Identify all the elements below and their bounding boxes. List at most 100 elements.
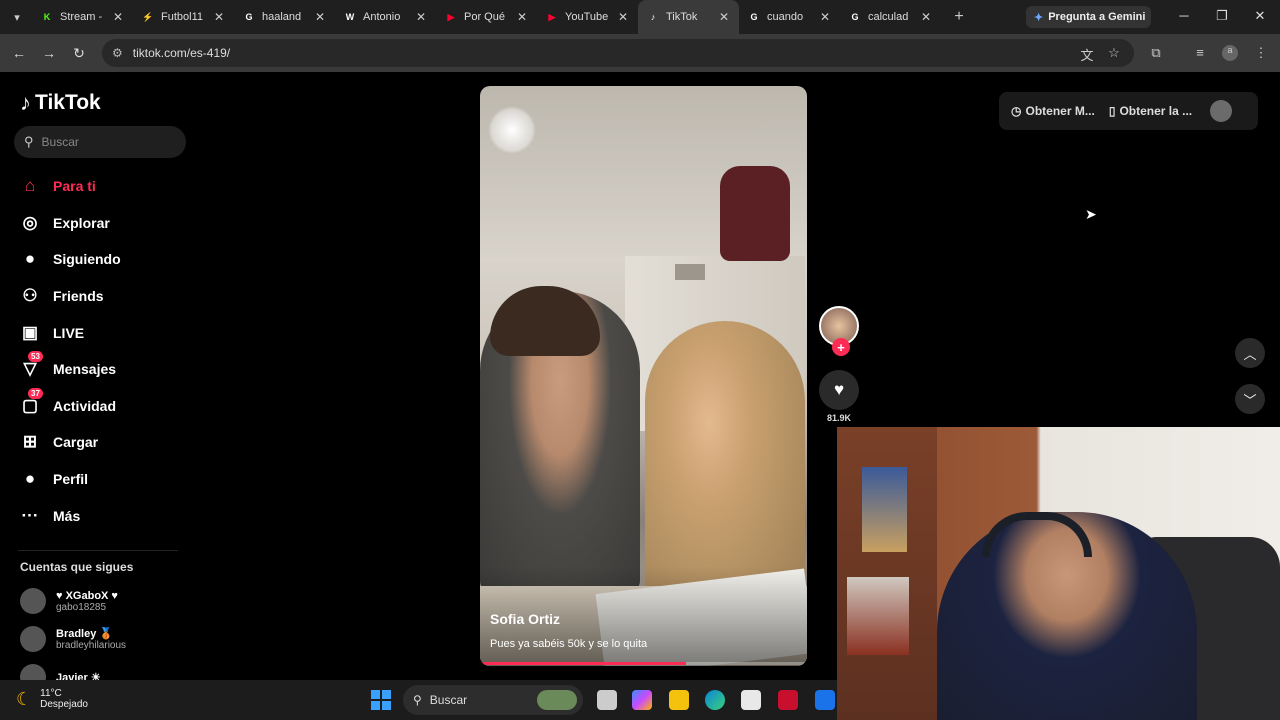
taskbar-search[interactable]: ⚲ Buscar [403, 685, 583, 715]
browser-tab[interactable]: Gcuando ✕ [739, 0, 840, 34]
sidebar-item-friends[interactable]: ⚇ Friends [18, 278, 188, 315]
tab-close-icon[interactable]: ✕ [919, 10, 933, 24]
browser-menu-icon[interactable]: ⋮ [1252, 45, 1270, 61]
followed-account[interactable]: Bradley 🥉 bradleyhilarious [20, 626, 126, 652]
reload-button[interactable]: ↻ [64, 45, 94, 62]
tab-favicon-icon: ⚡ [142, 11, 154, 22]
close-window-button[interactable]: ✕ [1250, 8, 1270, 24]
follow-plus-icon[interactable]: + [832, 338, 850, 356]
sidebar-item-label: Cargar [53, 434, 99, 451]
browser-tab[interactable]: ▶ YouTube ✕ [537, 0, 638, 34]
forward-button[interactable]: → [34, 45, 64, 61]
sidebar-item-more[interactable]: ··· Más [18, 497, 188, 534]
tab-label: YouTube [565, 11, 609, 23]
windows-start-icon[interactable] [371, 690, 391, 710]
sidebar-item-live[interactable]: ▣ LIVE [18, 314, 188, 351]
account-name: Bradley 🥉 [56, 628, 114, 640]
heart-icon: ♥ [833, 380, 845, 399]
video-progress-bar[interactable] [480, 662, 807, 665]
browser-tab[interactable]: Gcalculad ✕ [840, 0, 941, 34]
tab-label: haaland [262, 11, 302, 23]
video-player[interactable]: Sofia Ortiz Pues ya sabéis 50k y se lo q… [480, 86, 807, 666]
browser-tab[interactable]: ▶ Por Qué ✕ [436, 0, 537, 34]
ceiling-light [488, 106, 536, 154]
minimize-button[interactable]: ─ [1174, 8, 1194, 23]
tab-favicon-icon: ♪ [650, 12, 656, 22]
video-author[interactable]: Sofia Ortiz [490, 611, 560, 627]
get-mobile-label: Obtener la ... [1119, 104, 1193, 118]
weather-widget[interactable]: ☾ 11°C Despejado [16, 688, 88, 710]
back-button[interactable]: ← [4, 45, 34, 61]
new-tab-button[interactable]: + [945, 8, 973, 26]
bookmark-star-icon[interactable]: ☆ [1105, 45, 1123, 61]
sidebar-item-avatar[interactable]: ● Siguiendo [18, 241, 188, 278]
antivirus-icon[interactable] [778, 690, 798, 710]
tab-favicon-icon: ▶ [548, 11, 556, 22]
wall-chair [720, 166, 790, 261]
browser-tab[interactable]: ⚡ Futbol11 ✕ [133, 0, 234, 34]
logo-text: TikTok [35, 91, 101, 114]
tab-close-icon[interactable]: ✕ [818, 10, 832, 24]
store-icon[interactable] [741, 690, 761, 710]
tab-label: calculad [868, 11, 909, 23]
browser-tab[interactable]: W Antonio ✕ [335, 0, 436, 34]
creator-avatar[interactable]: + [819, 306, 859, 356]
following-title: Cuentas que sigues [20, 560, 134, 574]
search-placeholder: Buscar [41, 135, 79, 149]
tiktok-logo[interactable]: ♪ TikTok [20, 90, 101, 116]
tab-favicon-icon: K [43, 12, 51, 22]
wall-vent [675, 264, 705, 280]
tab-favicon-icon: W [345, 12, 355, 22]
tab-close-icon[interactable]: ✕ [515, 10, 529, 24]
translate-icon[interactable]: 文 [1078, 45, 1096, 64]
browser-tab[interactable]: ♪ TikTok ✕ [638, 0, 739, 34]
gemini-button[interactable]: ✦ Pregunta a Gemini [1026, 6, 1151, 28]
browser-tab[interactable]: K Stream - ✕ [32, 0, 133, 34]
restore-button[interactable]: ❐ [1212, 8, 1232, 24]
webcam-overlay [837, 427, 1280, 720]
browser-tab[interactable]: Ghaaland ✕ [234, 0, 335, 34]
sidebar-item-upload[interactable]: ⊞ Cargar [18, 424, 188, 461]
get-mobile-button[interactable]: ▯ Obtener la ... [1109, 104, 1192, 118]
user-avatar[interactable] [1210, 100, 1233, 122]
mail-icon[interactable] [815, 690, 835, 710]
tab-search-menu[interactable]: ▾ [6, 6, 28, 28]
site-info-icon[interactable]: ⚙ [112, 46, 123, 60]
get-app-button[interactable]: ◷ Obtener M... [1011, 104, 1095, 118]
profile-avatar-icon[interactable]: a [1222, 45, 1238, 61]
search-input[interactable]: ⚲ Buscar [14, 126, 186, 158]
tab-close-icon[interactable]: ✕ [616, 10, 630, 24]
followed-account[interactable]: ♥ XGaboX ♥ gabo18285 [20, 588, 118, 614]
tab-favicon-icon: G [851, 12, 859, 22]
sidebar-item-compass[interactable]: ◎ Explorar [18, 205, 188, 242]
like-button[interactable]: ♥ [819, 370, 859, 410]
extensions-icon[interactable]: ⧉ [1147, 45, 1165, 61]
url-field[interactable]: ⚙ tiktok.com/es-419/ [102, 39, 1134, 67]
copilot-icon[interactable] [632, 690, 652, 710]
tab-close-icon[interactable]: ✕ [212, 10, 226, 24]
compass-icon: ◎ [22, 212, 38, 232]
tab-close-icon[interactable]: ✕ [313, 10, 327, 24]
webcam-poster-top [862, 467, 907, 552]
next-video-button[interactable]: ﹀ [1235, 384, 1265, 414]
tab-close-icon[interactable]: ✕ [111, 10, 125, 24]
sidebar-item-home[interactable]: ⌂ Para ti [18, 168, 188, 205]
tabs: K Stream - ✕ ⚡ Futbol11 ✕ Ghaaland ✕ W Antonio ✕ ▶ P… [32, 0, 941, 34]
windows-taskbar: ☾ 11°C Despejado ⚲ Buscar [0, 680, 837, 720]
file-explorer-icon[interactable] [669, 690, 689, 710]
live-icon: ▣ [21, 322, 39, 342]
top-right-actions: ◷ Obtener M... ▯ Obtener la ... [999, 92, 1258, 130]
tab-close-icon[interactable]: ✕ [717, 10, 731, 24]
tab-label: cuando [767, 11, 804, 23]
media-control-icon[interactable]: ≡ [1191, 45, 1209, 60]
upload-icon: ⊞ [22, 432, 38, 452]
sidebar-item-profile[interactable]: ● Perfil [18, 461, 188, 498]
sidebar-item-messages[interactable]: ▽ 53 Mensajes [18, 351, 188, 388]
task-view-icon[interactable] [597, 690, 617, 710]
friends-icon: ⚇ [22, 286, 38, 306]
previous-video-button[interactable]: ︿ [1235, 338, 1265, 368]
tab-close-icon[interactable]: ✕ [414, 10, 428, 24]
taskbar-search-label: Buscar [429, 693, 468, 707]
sidebar-item-activity[interactable]: ▢ 37 Actividad [18, 387, 188, 425]
edge-icon[interactable] [705, 690, 725, 710]
